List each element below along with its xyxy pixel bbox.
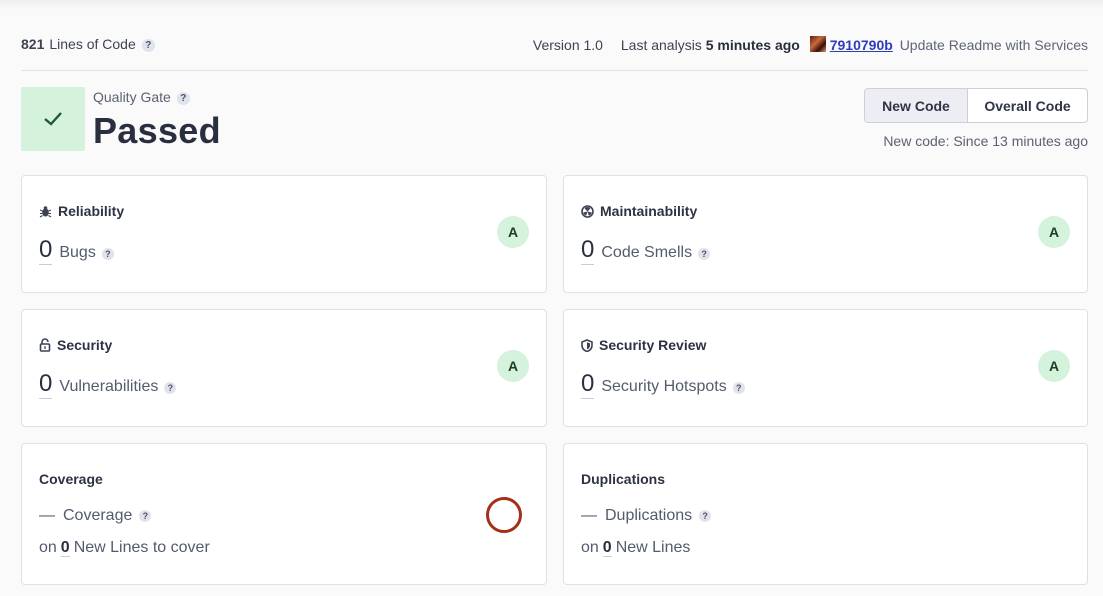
overall-code-button[interactable]: Overall Code	[968, 89, 1087, 122]
security-review-title: Security Review	[581, 337, 706, 353]
help-icon[interactable]: ?	[176, 92, 190, 105]
new-lines-label: New Lines	[615, 539, 691, 556]
new-code-since: New code: Since 13 minutes ago	[883, 133, 1088, 149]
divider	[21, 70, 1088, 71]
help-icon[interactable]: ?	[101, 248, 114, 260]
security-review-rating[interactable]: A	[1038, 350, 1070, 382]
vulnerabilities-label: Vulnerabilities	[59, 378, 159, 395]
loc-count: 821	[21, 36, 45, 52]
reliability-title-text: Reliability	[58, 203, 125, 219]
commit-link[interactable]: 7910790b	[830, 37, 893, 53]
security-hotspots-metric: 0 Security Hotspots ?	[581, 371, 745, 399]
new-lines-count[interactable]: 0	[602, 539, 612, 557]
analysis-meta: Version 1.0 Last analysis 5 minutes ago …	[533, 36, 1088, 53]
new-lines-to-cover: on 0 New Lines to cover	[39, 539, 210, 557]
help-icon[interactable]: ?	[698, 248, 711, 260]
bug-icon	[39, 205, 52, 217]
project-meta-row: 821 Lines of Code? Version 1.0 Last analy…	[21, 33, 1088, 55]
lines-of-code: 821 Lines of Code?	[21, 36, 155, 52]
on-prefix: on	[581, 539, 599, 556]
last-analysis-label: Last analysis	[620, 37, 702, 53]
bugs-label: Bugs	[59, 244, 96, 261]
lock-icon	[39, 338, 51, 352]
avatar	[809, 36, 826, 52]
security-hotspots-label: Security Hotspots	[601, 378, 727, 395]
security-review-card: Security Review 0 Security Hotspots ? A	[563, 309, 1088, 427]
coverage-ring-icon	[486, 497, 522, 533]
quality-gate-status: Passed	[93, 110, 221, 151]
help-icon[interactable]: ?	[141, 39, 155, 52]
maintainability-title: Maintainability	[581, 203, 697, 219]
code-smells-metric: 0 Code Smells ?	[581, 237, 711, 265]
coverage-title: Coverage	[39, 471, 103, 487]
maintainability-rating[interactable]: A	[1038, 216, 1070, 248]
duplications-metric: — Duplications ?	[581, 507, 712, 525]
duplications-title: Duplications	[581, 471, 666, 487]
coverage-value: —	[39, 507, 55, 524]
code-scope-toggle: New Code Overall Code	[864, 88, 1088, 123]
version-label: Version 1.0	[532, 37, 603, 53]
reliability-card: Reliability 0 Bugs ? A	[21, 175, 547, 293]
new-code-button[interactable]: New Code	[865, 89, 968, 122]
security-title: Security	[39, 337, 112, 353]
help-icon[interactable]: ?	[699, 510, 712, 522]
reliability-title: Reliability	[39, 203, 124, 219]
quality-gate-label: Quality Gate?	[93, 89, 190, 105]
coverage-label: Coverage	[63, 507, 133, 524]
reliability-rating[interactable]: A	[497, 216, 529, 248]
duplications-card: Duplications — Duplications ? on 0 New Lin…	[563, 443, 1088, 585]
bugs-value[interactable]: 0	[39, 237, 53, 265]
vulnerabilities-value[interactable]: 0	[39, 371, 53, 399]
top-shadow	[0, 0, 1103, 10]
coverage-card: Coverage — Coverage ? on 0 New Lines to co…	[21, 443, 547, 585]
new-lines-to-cover-count[interactable]: 0	[60, 539, 70, 557]
code-smells-label: Code Smells	[601, 244, 693, 261]
loc-label: Lines of Code	[49, 36, 136, 52]
security-rating[interactable]: A	[497, 350, 529, 382]
shield-icon	[581, 338, 593, 352]
vulnerabilities-metric: 0 Vulnerabilities ?	[39, 371, 177, 399]
check-icon	[44, 112, 62, 126]
duplications-label: Duplications	[605, 507, 693, 524]
security-hotspots-value[interactable]: 0	[581, 371, 595, 399]
on-prefix: on	[39, 539, 57, 556]
coverage-metric: — Coverage ?	[39, 507, 152, 525]
new-lines-to-cover-label: New Lines to cover	[73, 539, 210, 556]
help-icon[interactable]: ?	[732, 382, 745, 394]
help-icon[interactable]: ?	[164, 382, 177, 394]
bugs-metric: 0 Bugs ?	[39, 237, 114, 265]
last-analysis-value: 5 minutes ago	[705, 37, 800, 53]
quality-gate-badge	[21, 87, 85, 151]
commit-message: Update Readme with Services	[899, 37, 1088, 53]
help-icon[interactable]: ?	[139, 510, 152, 522]
quality-gate-label-text: Quality Gate	[93, 89, 171, 105]
code-smells-value[interactable]: 0	[581, 237, 595, 265]
new-lines: on 0 New Lines	[581, 539, 690, 557]
security-card: Security 0 Vulnerabilities ? A	[21, 309, 547, 427]
security-title-text: Security	[57, 337, 113, 353]
duplications-value: —	[581, 507, 597, 524]
maintainability-title-text: Maintainability	[600, 203, 698, 219]
security-review-title-text: Security Review	[599, 337, 707, 353]
maintainability-card: Maintainability 0 Code Smells ? A	[563, 175, 1088, 293]
smell-icon	[581, 204, 594, 218]
